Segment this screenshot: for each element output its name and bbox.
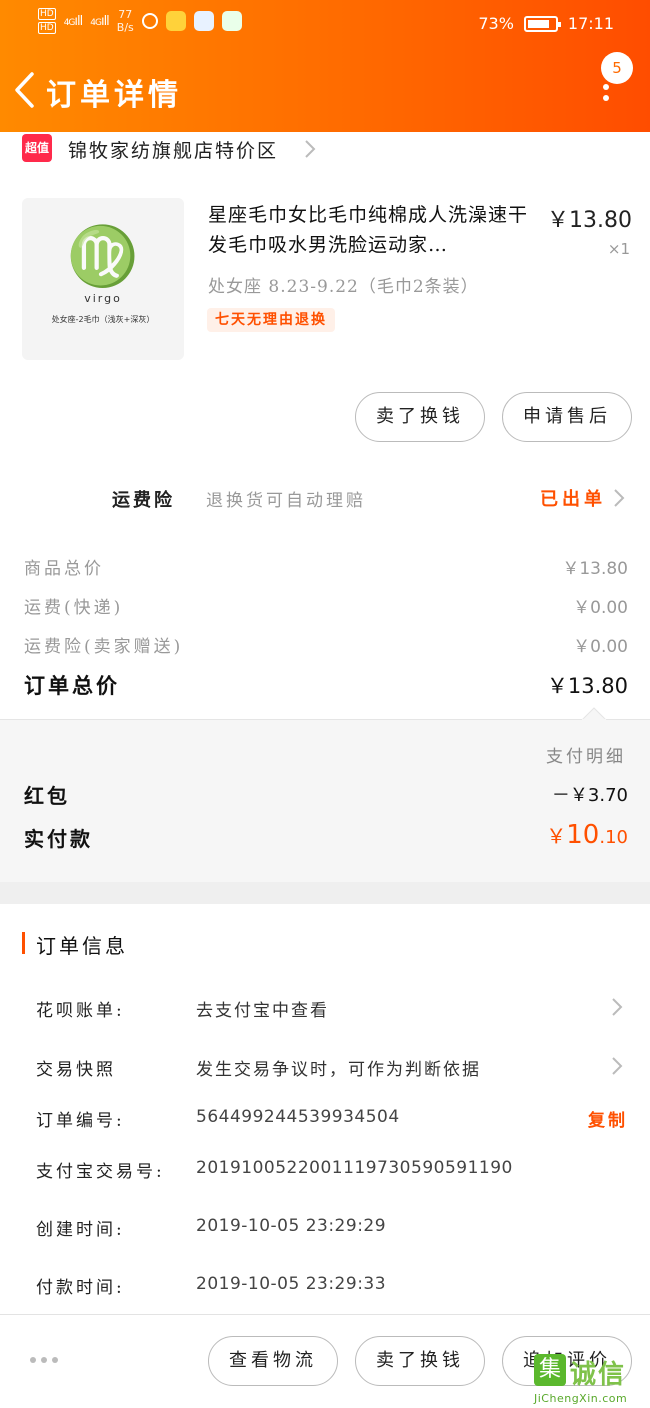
battery-icon [523, 15, 561, 32]
paid-label: 实付款 [24, 827, 93, 851]
shop-badge: 超值 [22, 134, 52, 162]
product-image[interactable]: ♍ virgo 处女座-2毛巾（浅灰+深灰） [22, 198, 184, 360]
signal-bars: ıll [74, 13, 83, 29]
red-packet-value: －￥3.70 [551, 785, 628, 806]
shipping-value: ￥0.00 [573, 598, 628, 618]
shipping-label: 运费(快递) [24, 598, 124, 618]
speed-unit: B/s [116, 21, 134, 34]
shop-row[interactable]: 超值 锦牧家纺旗舰店特价区 [0, 132, 650, 172]
chevron-right-icon[interactable] [610, 1055, 624, 1077]
message-count-badge[interactable]: 5 [601, 52, 633, 84]
shop-name[interactable]: 锦牧家纺旗舰店特价区 [68, 136, 278, 163]
battery-percent: 73% [478, 14, 514, 33]
carrier-notification-icon [221, 11, 242, 31]
paid-time-label: 付款时间: [36, 1278, 125, 1298]
paid-amount: ￥10.10 [546, 820, 628, 850]
order-total-label: 订单总价 [24, 673, 120, 698]
app-notification-icon [165, 11, 186, 31]
hd-indicator: HD [38, 8, 56, 20]
browser-notification-icon [193, 11, 214, 31]
huabei-value[interactable]: 去支付宝中查看 [196, 996, 329, 1021]
page-title: 订单详情 [46, 78, 182, 113]
insurance-label: 运费险 [112, 490, 175, 511]
status-bar: HD HD 4Gıll 4Gıll 77 B/s 73% 17:11 [0, 6, 650, 42]
hd-indicator-2: HD [38, 22, 56, 34]
site-watermark: 集 诚信 JiChengXin.com [528, 1354, 648, 1406]
shipping-insurance-value: ￥0.00 [573, 637, 628, 657]
created-time-label: 创建时间: [36, 1220, 125, 1240]
virgo-symbol-icon: ♍ [66, 222, 140, 290]
goods-total-label: 商品总价 [24, 559, 104, 579]
snapshot-label: 交易快照 [36, 1060, 116, 1080]
caret-up-icon [582, 707, 606, 720]
order-number-value: 564499244539934504 [196, 1107, 400, 1127]
image-word: virgo [84, 292, 122, 305]
network-type: 4G [63, 17, 76, 28]
clock: 17:11 [567, 14, 614, 33]
return-policy-tag: 七天无理由退换 [207, 308, 335, 332]
watermark-logo-icon: 集 [534, 1354, 566, 1386]
apply-after-sale-button[interactable]: 申请售后 [502, 392, 632, 442]
signal-icon: 4Gıll [63, 13, 84, 29]
section-accent-bar [22, 932, 25, 954]
payment-detail-link[interactable]: 支付明细 [546, 742, 626, 767]
more-actions-icon[interactable] [30, 1357, 58, 1363]
sell-exchange-button[interactable]: 卖了换钱 [355, 392, 485, 442]
goods-total-value: ￥13.80 [562, 559, 628, 579]
watermark-url: JiChengXin.com [534, 1392, 628, 1405]
product-sku: 处女座 8.23-9.22（毛巾2条装） [208, 277, 479, 297]
image-caption: 处女座-2毛巾（浅灰+深灰） [51, 315, 155, 324]
paid-currency: ￥ [546, 824, 567, 848]
huabei-label: 花呗账单: [36, 1001, 125, 1021]
network-speed: 77 B/s [117, 8, 134, 34]
view-logistics-button[interactable]: 查看物流 [208, 1336, 338, 1386]
product-price: ￥13.80 [547, 208, 632, 233]
alipay-trade-label: 支付宝交易号: [36, 1162, 165, 1182]
order-total-value: ￥13.80 [546, 674, 628, 698]
alipay-trade-value: 2019100522001119730590591190 [196, 1158, 513, 1178]
red-packet-label: 红包 [24, 784, 70, 808]
snapshot-value[interactable]: 发生交易争议时，可作为判断依据 [196, 1055, 481, 1080]
status-right: 73% 17:11 [478, 14, 614, 33]
insurance-status[interactable]: 已出单 [540, 485, 606, 511]
back-arrow-icon[interactable] [12, 70, 38, 110]
sell-exchange-bottom-button[interactable]: 卖了换钱 [355, 1336, 485, 1386]
paid-integer: 10 [566, 820, 600, 850]
chevron-right-icon[interactable] [612, 487, 626, 509]
paid-decimal: .10 [599, 827, 628, 848]
more-menu-icon[interactable] [603, 84, 611, 104]
speed-value: 77 [118, 8, 133, 21]
network-type-2: 4G [90, 17, 102, 28]
section-divider [0, 882, 650, 904]
sync-icon [141, 13, 158, 29]
header-bar: HD HD 4Gıll 4Gıll 77 B/s 73% 17:11 订单详情 … [0, 0, 650, 132]
order-info-title: 订单信息 [36, 934, 128, 958]
chevron-right-icon[interactable] [610, 996, 624, 1018]
chevron-right-icon [305, 140, 316, 158]
product-title[interactable]: 星座毛巾女比毛巾纯棉成人洗澡速干发毛巾吸水男洗脸运动家… [208, 200, 538, 262]
insurance-description: 退换货可自动理赔 [206, 491, 366, 511]
created-time-value: 2019-10-05 23:29:29 [196, 1216, 387, 1236]
signal-icon-2: 4Gıll [90, 13, 110, 29]
paid-time-value: 2019-10-05 23:29:33 [196, 1274, 387, 1294]
watermark-text: 诚信 [570, 1360, 627, 1390]
product-quantity: ×1 [607, 240, 630, 258]
status-left: HD HD 4Gıll 4Gıll 77 B/s [38, 8, 242, 34]
shipping-insurance-label: 运费险(卖家赠送) [24, 637, 184, 657]
signal-bars-2: ıll [100, 13, 110, 29]
order-number-label: 订单编号: [36, 1111, 125, 1131]
copy-order-number-button[interactable]: 复制 [588, 1106, 628, 1131]
